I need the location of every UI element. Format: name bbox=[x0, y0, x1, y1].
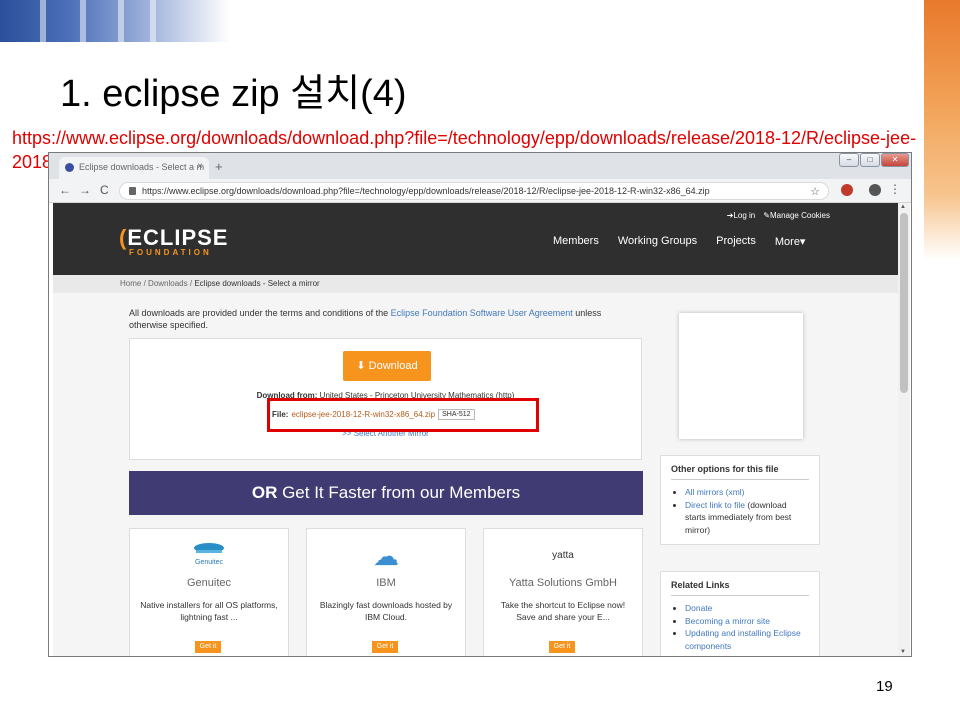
browser-menu-icon[interactable]: ⋮ bbox=[889, 182, 901, 196]
xml-link[interactable]: (xml) bbox=[726, 487, 745, 497]
page-viewport: ➔Log in ✎Manage Cookies (ECLIPSE FOUNDAT… bbox=[53, 203, 898, 656]
yatta-logo-icon: yatta bbox=[552, 550, 574, 561]
address-bar: ← → C https://www.eclipse.org/downloads/… bbox=[49, 179, 911, 203]
logo-subtitle: FOUNDATION bbox=[129, 248, 212, 257]
bookmark-star-icon[interactable]: ☆ bbox=[810, 185, 820, 198]
slide-title: 1. eclipse zip 설치(4) bbox=[60, 73, 407, 115]
get-it-button[interactable]: Get it bbox=[549, 641, 575, 653]
slide-side-decoration bbox=[924, 0, 960, 260]
main-nav: Members Working Groups Projects More▾ bbox=[553, 235, 805, 248]
page-scrollbar[interactable]: ▲ ▼ bbox=[898, 203, 910, 656]
breadcrumb-downloads[interactable]: Downloads bbox=[148, 279, 188, 288]
eclipse-favicon-icon bbox=[65, 163, 74, 172]
sidebar-ad bbox=[679, 313, 803, 439]
scroll-up-icon[interactable]: ▲ bbox=[900, 204, 906, 210]
scroll-down-icon[interactable]: ▼ bbox=[900, 649, 906, 655]
list-item: Becoming a mirror site bbox=[685, 615, 809, 628]
maximize-button[interactable]: □ bbox=[860, 153, 880, 167]
minimize-button[interactable]: – bbox=[839, 153, 859, 167]
member-name: Yatta Solutions GmbH bbox=[508, 577, 617, 589]
back-arrow-icon[interactable]: ← bbox=[59, 183, 71, 197]
window-controls: – □ ✕ bbox=[839, 153, 909, 167]
genuitec-logo-icon: Genuitec bbox=[130, 541, 288, 571]
nav-working-groups[interactable]: Working Groups bbox=[618, 235, 697, 248]
breadcrumb-home[interactable]: Home bbox=[120, 279, 141, 288]
nav-members[interactable]: Members bbox=[553, 235, 599, 248]
url-text: https://www.eclipse.org/downloads/downlo… bbox=[142, 186, 710, 196]
reload-icon[interactable]: C bbox=[100, 183, 109, 197]
member-description: Blazingly fast downloads hosted by IBM C… bbox=[319, 600, 453, 622]
breadcrumb: Home / Downloads / Eclipse downloads - S… bbox=[53, 275, 898, 293]
list-item: Updating and installing Eclipse componen… bbox=[685, 627, 809, 652]
updating-link[interactable]: Updating and installing Eclipse componen… bbox=[685, 628, 801, 651]
get-it-button[interactable]: Get it bbox=[372, 641, 398, 653]
member-card-genuitec: Genuitec Genuitec Native installers for … bbox=[129, 528, 289, 656]
terms-text: All downloads are provided under the ter… bbox=[129, 308, 602, 330]
lock-icon bbox=[129, 187, 136, 195]
list-item: Donate bbox=[685, 602, 809, 615]
user-agreement-link[interactable]: Eclipse Foundation Software User Agreeme… bbox=[391, 308, 573, 318]
nav-projects[interactable]: Projects bbox=[716, 235, 756, 248]
tab-title: Eclipse downloads - Select a m bbox=[79, 162, 205, 172]
manage-cookies-link[interactable]: ✎Manage Cookies bbox=[763, 211, 830, 220]
download-button[interactable]: ⬇ Download bbox=[343, 351, 431, 381]
cloud-icon: ☁ bbox=[373, 541, 399, 571]
new-tab-button[interactable]: + bbox=[215, 159, 223, 174]
breadcrumb-current: Eclipse downloads - Select a mirror bbox=[194, 279, 320, 288]
member-name: Genuitec bbox=[186, 577, 232, 589]
donate-link[interactable]: Donate bbox=[685, 603, 712, 613]
page-number: 19 bbox=[876, 678, 893, 695]
utility-links: ➔Log in ✎Manage Cookies bbox=[727, 211, 830, 220]
related-links-panel: Related Links Donate Becoming a mirror s… bbox=[660, 571, 820, 656]
extension-icon[interactable] bbox=[841, 184, 853, 196]
all-mirrors-link[interactable]: All mirrors bbox=[685, 487, 723, 497]
related-links-title: Related Links bbox=[671, 580, 809, 596]
browser-window: Eclipse downloads - Select a m × + – □ ✕… bbox=[48, 152, 912, 657]
other-options-panel: Other options for this file All mirrors … bbox=[660, 455, 820, 545]
get-it-button[interactable]: Get it bbox=[195, 641, 221, 653]
tab-close-icon[interactable]: × bbox=[197, 161, 203, 172]
member-name: IBM bbox=[376, 577, 396, 589]
site-header: ➔Log in ✎Manage Cookies (ECLIPSE FOUNDAT… bbox=[53, 203, 898, 275]
login-link[interactable]: ➔Log in bbox=[727, 211, 756, 220]
other-options-title: Other options for this file bbox=[671, 464, 809, 480]
url-input[interactable]: https://www.eclipse.org/downloads/downlo… bbox=[119, 182, 829, 200]
list-item: Direct link to file (download starts imm… bbox=[685, 499, 809, 537]
members-banner: OR Get It Faster from our Members bbox=[129, 471, 643, 515]
file-highlight-box bbox=[267, 398, 539, 432]
slide-header-decoration bbox=[0, 0, 230, 42]
direct-link[interactable]: Direct link to file bbox=[685, 500, 745, 510]
forward-arrow-icon[interactable]: → bbox=[79, 183, 91, 197]
member-description: Native installers for all OS platforms, … bbox=[140, 600, 278, 622]
tab-bar: Eclipse downloads - Select a m × + – □ ✕ bbox=[49, 153, 911, 179]
profile-icon[interactable] bbox=[869, 184, 881, 196]
member-description: Take the shortcut to Eclipse now! Save a… bbox=[500, 600, 626, 622]
member-card-ibm: ☁ IBM Blazingly fast downloads hosted by… bbox=[306, 528, 466, 656]
window-close-button[interactable]: ✕ bbox=[881, 153, 909, 167]
mirror-site-link[interactable]: Becoming a mirror site bbox=[685, 616, 770, 626]
nav-more[interactable]: More▾ bbox=[775, 235, 806, 248]
list-item: All mirrors (xml) bbox=[685, 486, 809, 499]
browser-tab[interactable]: Eclipse downloads - Select a m × bbox=[59, 157, 209, 179]
member-card-yatta: yatta Yatta Solutions GmbH Take the shor… bbox=[483, 528, 643, 656]
scrollbar-thumb[interactable] bbox=[900, 213, 908, 393]
